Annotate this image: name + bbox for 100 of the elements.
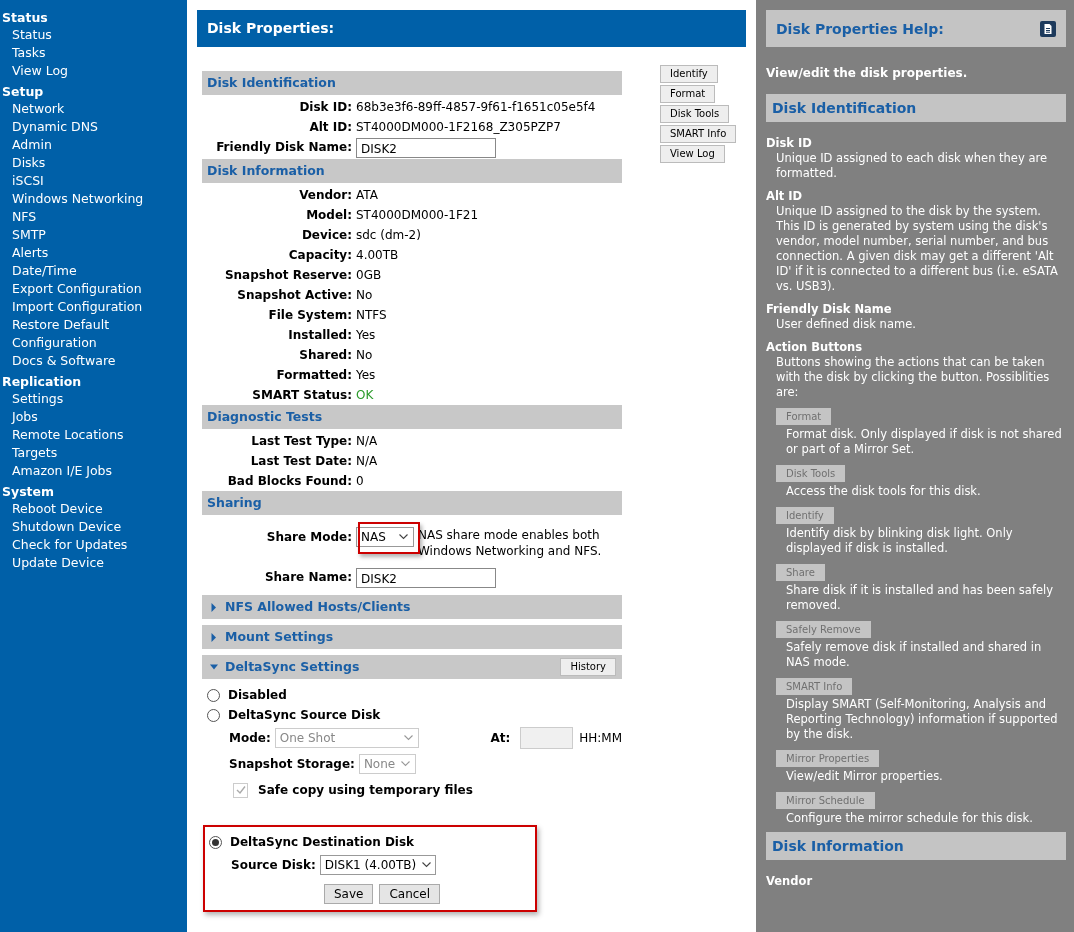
sidebar-item[interactable]: Import Configuration (0, 298, 162, 316)
field-value: 0GB (356, 267, 382, 284)
field-label: Snapshot Reserve: (223, 267, 353, 284)
sidebar-item[interactable]: Network (0, 100, 162, 118)
snapshot-storage-dropdown[interactable]: None (358, 754, 417, 774)
caret-right-icon (210, 602, 218, 612)
sidebar-item[interactable]: Restore Default Configuration (0, 316, 162, 352)
sidebar-item[interactable]: Check for Updates (0, 536, 162, 554)
section-title: Mount Settings (225, 628, 335, 646)
caret-icon (401, 761, 411, 767)
section-header: Disk Identification (202, 71, 622, 95)
field-label: Last Test Date: (249, 453, 353, 470)
sidebar-item[interactable]: Admin (0, 136, 162, 154)
radio-label: DeltaSync Source Disk (228, 708, 381, 722)
help-button-sample: Identify (776, 507, 834, 524)
help-section-header: Disk Identification (766, 94, 1066, 122)
section-title: DeltaSync Settings (225, 658, 361, 676)
help-text: Unique ID assigned to each disk when they are formatted. (775, 151, 1048, 181)
action-button[interactable]: Identify (660, 65, 718, 83)
help-button-sample: Format (776, 408, 832, 425)
action-button[interactable]: Format (660, 85, 716, 103)
help-button-sample: Mirror Properties (776, 750, 880, 767)
help-term: Friendly Disk Name (766, 302, 893, 317)
caret-right-icon (210, 632, 218, 642)
sidebar-heading: Status (1, 10, 49, 26)
form-button[interactable]: Save (323, 884, 374, 904)
help-term: Disk ID (766, 136, 813, 151)
sidebar-item[interactable]: Windows Networking (0, 190, 162, 208)
action-button[interactable]: SMART Info (660, 125, 737, 143)
help-term: Alt ID (766, 189, 804, 204)
field-label: Snapshot Storage: (229, 757, 355, 771)
caret-icon (422, 862, 432, 868)
field-label: Share Name: (263, 569, 353, 586)
section-header[interactable]: NFS Allowed Hosts/Clients (202, 595, 622, 619)
help-text: Buttons showing the actions that can be taken with the disk by clicking the button. Possiblities are: (775, 355, 1051, 400)
time-field[interactable] (520, 727, 574, 749)
text-field[interactable]: DISK2 (356, 138, 496, 158)
field-value: ST4000DM000-1F2168_Z305PZP7 (356, 119, 561, 136)
sidebar-item[interactable]: SMTP (0, 226, 162, 244)
sidebar-item[interactable]: Update Device (0, 554, 162, 572)
sidebar-heading: Replication (1, 374, 83, 390)
field-value: N/A (356, 453, 378, 470)
sidebar-item[interactable]: Export Configuration (0, 280, 162, 298)
section-header: Sharing (202, 491, 622, 515)
field-value: sdc (dm-2) (356, 227, 421, 244)
sidebar-item[interactable]: Alerts (0, 244, 162, 262)
sidebar-item[interactable]: Tasks (0, 44, 162, 62)
action-button[interactable]: View Log (660, 145, 725, 163)
page-title: Disk Properties: (197, 10, 746, 47)
sidebar-item[interactable]: iSCSI (0, 172, 162, 190)
field-label: Mode: (229, 731, 271, 745)
field-value: 68b3e3f6-89ff-4857-9f61-f1651c05e5f4 (356, 99, 596, 116)
sidebar-item[interactable]: Settings (0, 390, 162, 408)
help-text: Share disk if it is installed and has been safely removed. (785, 583, 1055, 613)
help-text: Safely remove disk if installed and shared in NAS mode. (785, 640, 1043, 670)
sidebar-item[interactable]: Remote Locations (0, 426, 162, 444)
field-value: ST4000DM000-1F21 (356, 207, 479, 224)
sidebar-item[interactable]: NFS (0, 208, 162, 226)
sidebar-item[interactable]: Reboot Device (0, 500, 162, 518)
help-button-sample: SMART Info (776, 678, 853, 695)
document-icon[interactable] (1040, 20, 1056, 37)
sidebar-item[interactable]: Amazon I/E Jobs (0, 462, 162, 480)
field-label: Snapshot Active: (236, 287, 353, 304)
share-mode-dropdown[interactable]: NAS (356, 527, 414, 547)
help-term: Vendor (766, 874, 814, 889)
field-label: Share Mode: (265, 529, 353, 546)
sidebar-item[interactable]: Status (0, 26, 162, 44)
sidebar-item[interactable]: Docs & Software (0, 352, 162, 370)
source-disk-dropdown[interactable]: DISK1 (4.00TB) (319, 855, 436, 875)
caret-icon (399, 534, 408, 540)
sidebar-item[interactable]: Jobs (0, 408, 162, 426)
sidebar-item[interactable]: View Log (0, 62, 162, 80)
action-button[interactable]: Disk Tools (660, 105, 730, 123)
field-value: 4.00TB (356, 247, 399, 264)
sidebar-item[interactable]: Dynamic DNS (0, 118, 162, 136)
section-header: Disk Information (202, 159, 622, 183)
sidebar-item[interactable]: Shutdown Device (0, 518, 162, 536)
radio-button[interactable] (207, 708, 220, 722)
field-label: Alt ID: (308, 119, 353, 136)
field-value: Yes (356, 367, 376, 384)
field-label: Disk ID: (298, 99, 353, 116)
section-header[interactable]: Mount Settings (202, 625, 622, 649)
radio-button[interactable] (209, 835, 222, 849)
history-button[interactable]: History (560, 658, 616, 676)
help-button-sample: Share (776, 564, 825, 581)
field-label: Bad Blocks Found: (226, 473, 353, 490)
help-text: Access the disk tools for this disk. (785, 484, 982, 499)
sidebar-item[interactable]: Date/Time (0, 262, 162, 280)
mode-dropdown[interactable]: One Shot (274, 728, 419, 748)
sidebar-heading: System (1, 484, 56, 500)
sidebar-item[interactable]: Targets (0, 444, 162, 462)
help-text: Display SMART (Self-Monitoring, Analysis and Reporting Technology) information if supported by the disk. (785, 697, 1059, 742)
sidebar-item[interactable]: Disks (0, 154, 162, 172)
checkbox[interactable] (233, 782, 248, 798)
section-header[interactable]: DeltaSync Settings History (202, 655, 622, 679)
form-button[interactable]: Cancel (379, 884, 441, 904)
radio-button[interactable] (207, 688, 220, 702)
text-field[interactable]: DISK2 (356, 568, 496, 588)
help-text: User defined disk name. (775, 317, 917, 332)
field-label: Vendor: (298, 187, 353, 204)
